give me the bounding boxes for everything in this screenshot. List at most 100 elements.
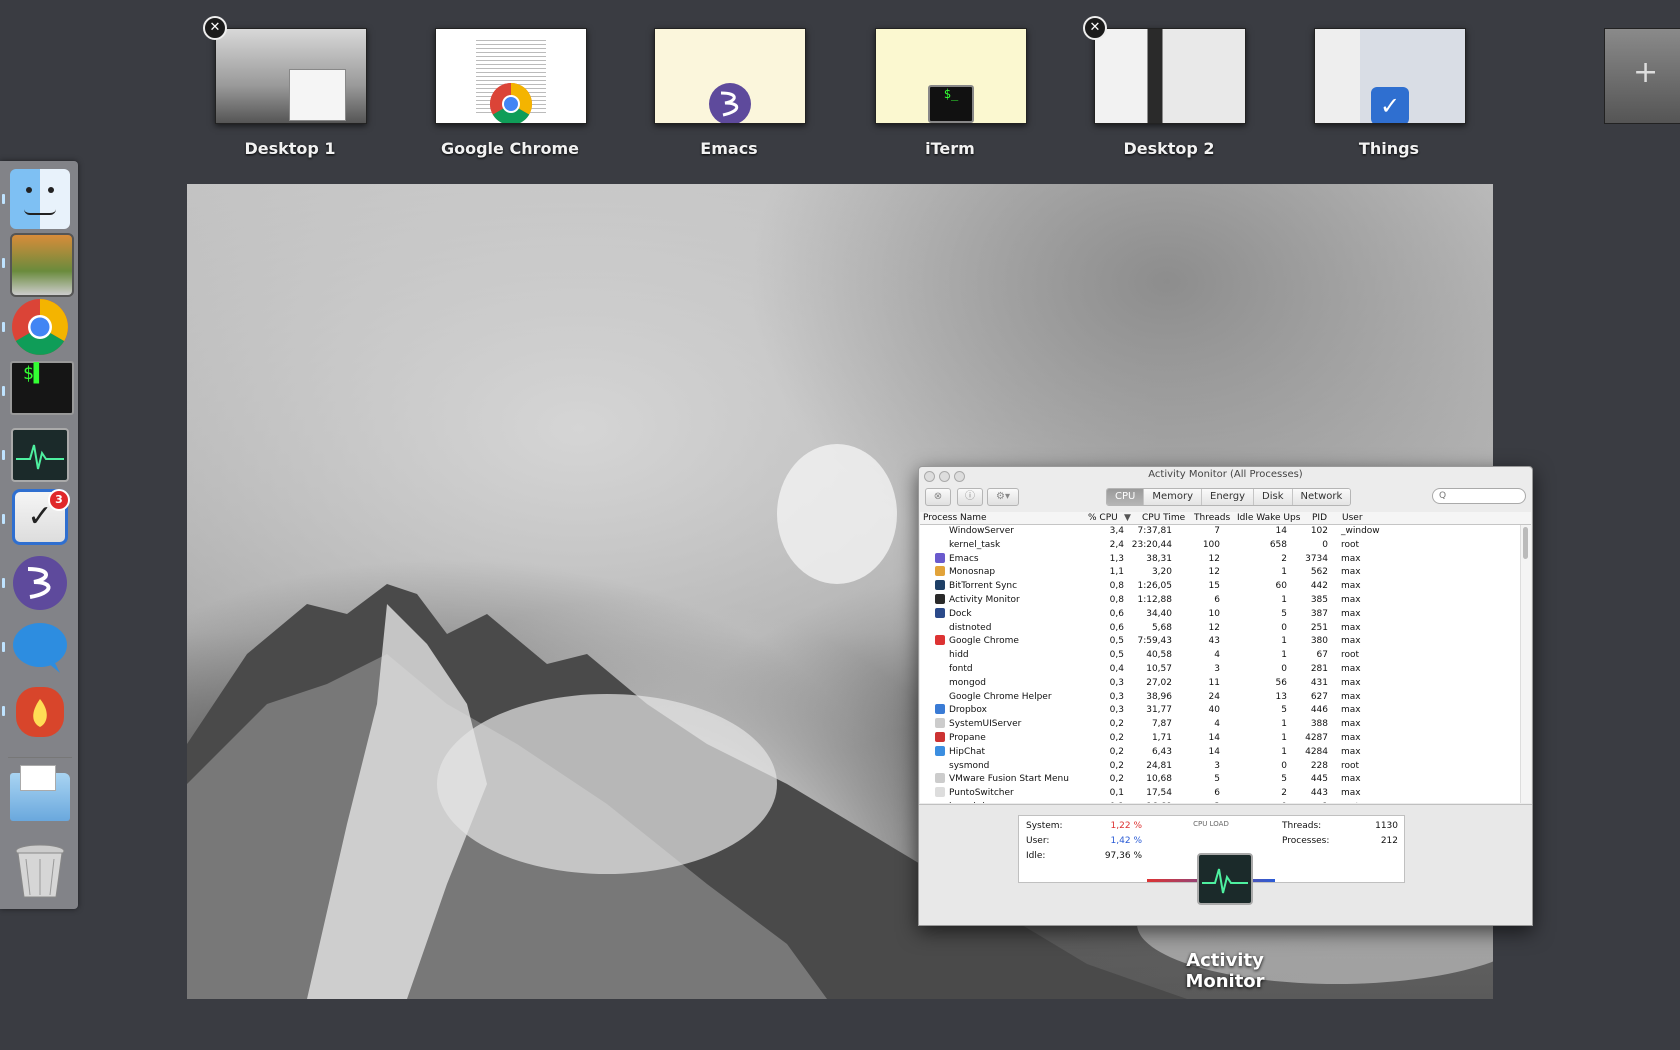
table-cell: WindowServer [949,526,1014,536]
vertical-scrollbar[interactable] [1520,525,1531,803]
space-things[interactable]: ✓ Things [1314,28,1466,158]
table-cell: 443 [1310,788,1328,799]
space-thumbnail[interactable] [215,28,367,124]
table-row[interactable]: hidd 0,5 40,58 4 1 67 root [920,649,1520,663]
scroll-thumb[interactable] [1523,527,1528,559]
system-label: System: [1026,821,1063,831]
close-window-button[interactable] [924,471,935,482]
table-row[interactable]: BitTorrent Sync 0,8 1:26,05 15 60 442 max [920,580,1520,594]
space-desktop-2[interactable]: Desktop 2 [1094,28,1246,158]
col-user[interactable]: User [1342,512,1363,524]
trash-icon[interactable] [10,841,70,901]
table-row[interactable]: Dock 0,6 34,40 10 5 387 max [920,607,1520,622]
table-cell: 0,2 [1109,760,1124,771]
tab-disk[interactable]: Disk [1254,489,1293,505]
emacs-icon[interactable] [10,553,70,613]
table-row[interactable]: distnoted 0,6 5,68 12 0 251 max [920,621,1520,636]
activity-monitor-window[interactable]: Activity Monitor (All Processes) ⊗ ⓘ ⚙▾ … [918,466,1533,926]
col-threads[interactable]: Threads [1194,512,1230,524]
close-space-icon[interactable]: ✕ [1083,16,1107,40]
table-cell: SystemUIServer [949,719,1022,730]
table-row[interactable]: Propane 0,2 1,71 14 1 4287 max [920,731,1520,746]
hipchat-icon[interactable] [10,617,70,677]
activity-monitor-icon[interactable] [10,425,70,485]
table-cell: Google Chrome [949,636,1019,647]
table-cell: max [1341,594,1361,605]
minimize-window-button[interactable] [939,471,950,482]
table-cell: 5 [1281,705,1287,716]
chrome-icon[interactable] [10,297,70,357]
table-row[interactable]: Google Chrome 0,5 7:59,43 43 1 380 max [920,635,1520,649]
table-cell: fontd [949,663,973,674]
table-row[interactable]: launchd 0,1 16,69 3 0 1 root [920,801,1520,803]
tab-network[interactable]: Network [1292,489,1351,505]
table-row[interactable]: mongod 0,3 27,02 11 56 431 max [920,676,1520,691]
search-input[interactable]: Q [1432,488,1526,504]
zoom-window-button[interactable] [954,471,965,482]
table-row[interactable]: Monosnap 1,1 3,20 12 1 562 max [920,566,1520,581]
table-cell: 10,68 [1146,774,1172,785]
iterm-icon[interactable]: $▌ [10,361,74,415]
col-cpu-time[interactable]: CPU Time [1142,512,1185,524]
space-thumbnail[interactable]: $_ [875,28,1027,124]
table-row[interactable]: sysmond 0,2 24,81 3 0 228 root [920,759,1520,774]
table-cell: 6 [1214,594,1220,605]
table-cell: max [1341,719,1361,730]
quit-process-button[interactable]: ⊗ [925,488,951,506]
running-indicator [2,642,5,652]
table-cell: max [1341,553,1361,564]
tab-memory[interactable]: Memory [1144,489,1203,505]
table-row[interactable]: fontd 0,4 10,57 3 0 281 max [920,663,1520,677]
space-iterm[interactable]: $_ iTerm [875,28,1027,158]
documents-folder-icon[interactable] [10,765,70,821]
col-idle-wake-ups[interactable]: Idle Wake Ups [1237,512,1300,524]
table-row[interactable]: HipChat 0,2 6,43 14 1 4284 max [920,745,1520,760]
table-row[interactable]: WindowServer 3,4 7:37,81 7 14 102 _window [920,525,1520,539]
cpu-usage-box: System: 1,22 % User: 1,42 % Idle: 97,36 … [1018,815,1149,883]
table-row[interactable]: PuntoSwitcher 0,1 17,54 6 2 443 max [920,787,1520,801]
propane-icon[interactable] [10,681,70,741]
process-icon [935,745,945,756]
finder-icon[interactable] [10,169,70,229]
col-cpu[interactable]: % CPU [1088,512,1118,524]
table-cell: 24 [1208,691,1220,702]
table-row[interactable]: VMware Fusion Start Menu 0,2 10,68 5 5 445 max [920,773,1520,787]
running-indicator [2,450,5,460]
space-label: Things [1358,139,1420,158]
inspect-process-button[interactable]: ⓘ [957,488,983,506]
gear-icon[interactable]: ⚙▾ [987,488,1019,506]
table-row[interactable]: Google Chrome Helper 0,3 38,96 24 13 627 max [920,691,1520,705]
space-thumbnail[interactable] [1094,28,1246,124]
table-row[interactable]: SystemUIServer 0,2 7,87 4 1 388 max [920,718,1520,732]
table-cell: 0,3 [1109,691,1124,702]
table-cell: max [1341,567,1361,578]
col-pid[interactable]: PID [1312,512,1327,524]
table-row[interactable]: Activity Monitor 0,8 1:12,88 6 1 385 max [920,593,1520,608]
photo-app-icon[interactable] [10,233,74,297]
table-cell: kernel_task [949,539,1001,550]
tab-cpu[interactable]: CPU [1107,489,1145,505]
col-process-name[interactable]: Process Name [923,512,987,524]
space-label: Desktop 1 [244,139,336,158]
table-row[interactable]: kernel_task 2,4 23:20,44 100 658 0 root [920,538,1520,553]
close-space-icon[interactable]: ✕ [203,16,227,40]
tab-energy[interactable]: Energy [1202,489,1255,505]
space-label: Google Chrome [440,139,579,158]
space-emacs[interactable]: Emacs [654,28,806,158]
table-row[interactable]: Dropbox 0,3 31,77 40 5 446 max [920,704,1520,719]
space-thumbnail[interactable] [435,28,587,124]
space-thumbnail[interactable]: ✓ [1314,28,1466,124]
table-cell: 388 [1310,719,1328,730]
tab-bar: CPU Memory Energy Disk Network [1106,488,1352,506]
space-desktop-1[interactable]: Desktop 1 [215,28,367,158]
cpu-summary-panel: System: 1,22 % User: 1,42 % Idle: 97,36 … [919,804,1532,925]
space-thumbnail[interactable] [654,28,806,124]
running-indicator [2,194,5,204]
table-cell: 10,57 [1146,663,1172,674]
table-row[interactable]: Emacs 1,3 38,31 12 2 3734 max [920,552,1520,567]
space-label: iTerm [925,139,975,158]
add-space-button[interactable]: + [1604,28,1680,124]
process-table[interactable]: WindowServer 3,4 7:37,81 7 14 102 _window kerne… [920,525,1520,803]
table-cell: max [1341,732,1361,743]
space-google-chrome[interactable]: Google Chrome [435,28,587,158]
